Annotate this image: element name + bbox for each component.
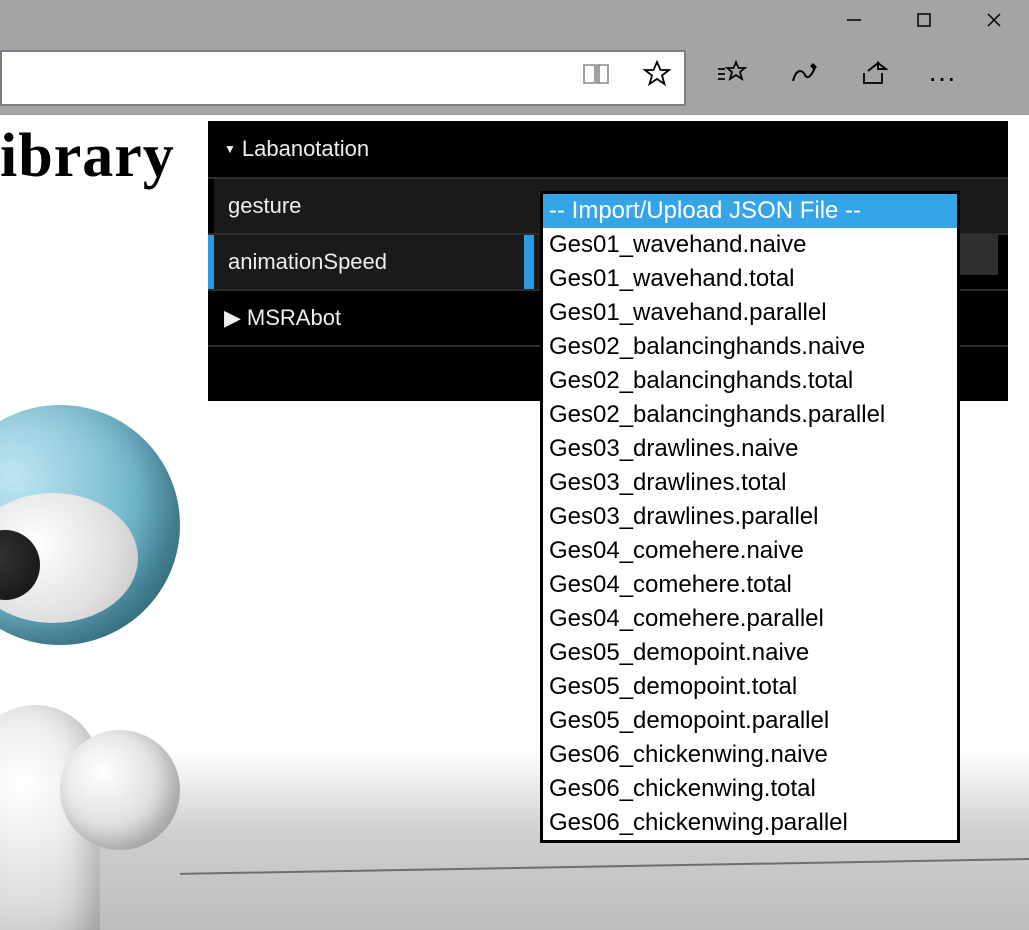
dropdown-option[interactable]: Ges03_drawlines.parallel xyxy=(543,500,957,534)
dropdown-option[interactable]: Ges02_balancinghands.parallel xyxy=(543,398,957,432)
dropdown-option[interactable]: Ges06_chickenwing.parallel xyxy=(543,806,957,840)
address-bar[interactable] xyxy=(0,50,686,106)
dropdown-option[interactable]: Ges04_comehere.parallel xyxy=(543,602,957,636)
panel-folder-label: Labanotation xyxy=(242,136,369,162)
dropdown-option[interactable]: Ges04_comehere.total xyxy=(543,568,957,602)
dropdown-option[interactable]: Ges02_balancinghands.naive xyxy=(543,330,957,364)
gesture-dropdown-list[interactable]: -- Import/Upload JSON File --Ges01_waveh… xyxy=(540,191,960,843)
page-viewport: ibrary ▼ Labanotation gesture animationS… xyxy=(0,115,1029,930)
dropdown-option[interactable]: Ges01_wavehand.total xyxy=(543,262,957,296)
dropdown-option[interactable]: Ges03_drawlines.naive xyxy=(543,432,957,466)
more-icon[interactable]: ··· xyxy=(928,62,956,94)
window-maximize-button[interactable] xyxy=(889,0,959,40)
panel-folder-labanotation[interactable]: ▼ Labanotation xyxy=(208,121,1008,177)
panel-row-label: animationSpeed xyxy=(214,235,524,289)
favorites-hub-icon[interactable] xyxy=(716,59,748,96)
dropdown-option[interactable]: Ges05_demopoint.naive xyxy=(543,636,957,670)
robot-3d-model xyxy=(0,405,220,925)
page-title: ibrary xyxy=(0,121,175,192)
window-close-button[interactable] xyxy=(959,0,1029,40)
browser-toolbar: ··· xyxy=(0,40,1029,115)
dropdown-option[interactable]: Ges05_demopoint.parallel xyxy=(543,704,957,738)
dropdown-option[interactable]: Ges05_demopoint.total xyxy=(543,670,957,704)
dropdown-option[interactable]: Ges02_balancinghands.total xyxy=(543,364,957,398)
caret-right-icon: ▶ xyxy=(224,305,241,331)
panel-folder-label: MSRAbot xyxy=(247,305,341,331)
window-minimize-button[interactable] xyxy=(819,0,889,40)
share-icon[interactable] xyxy=(858,59,888,96)
dropdown-option[interactable]: Ges03_drawlines.total xyxy=(543,466,957,500)
dropdown-option[interactable]: Ges04_comehere.naive xyxy=(543,534,957,568)
dropdown-option[interactable]: Ges01_wavehand.parallel xyxy=(543,296,957,330)
panel-row-label: gesture xyxy=(214,179,524,233)
dropdown-option[interactable]: Ges01_wavehand.naive xyxy=(543,228,957,262)
web-note-icon[interactable] xyxy=(788,59,818,96)
favorite-star-icon[interactable] xyxy=(642,59,672,96)
dropdown-option[interactable]: Ges06_chickenwing.total xyxy=(543,772,957,806)
reading-view-icon[interactable] xyxy=(582,61,612,94)
caret-down-icon: ▼ xyxy=(224,142,236,156)
dropdown-option[interactable]: Ges06_chickenwing.naive xyxy=(543,738,957,772)
dropdown-option[interactable]: -- Import/Upload JSON File -- xyxy=(543,194,957,228)
url-input[interactable] xyxy=(2,66,552,89)
window-titlebar xyxy=(0,0,1029,40)
floor-line xyxy=(180,857,1029,875)
